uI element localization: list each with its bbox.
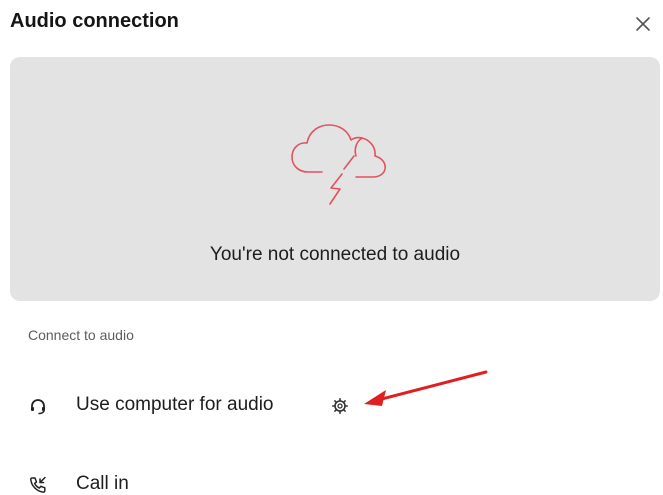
call-in-label: Call in bbox=[76, 473, 129, 494]
headset-icon bbox=[31, 399, 45, 415]
gear-icon bbox=[332, 398, 348, 414]
not-connected-message: You're not connected to audio bbox=[209, 244, 461, 265]
call-in-option[interactable]: Call in bbox=[28, 469, 228, 495]
phone-call-in-icon bbox=[30, 476, 46, 493]
audio-connection-dialog: Audio connection You're not connected to… bbox=[0, 0, 663, 495]
audio-status-panel: You're not connected to audio bbox=[10, 57, 660, 301]
close-button[interactable] bbox=[633, 14, 653, 34]
close-icon bbox=[636, 17, 650, 31]
dialog-header: Audio connection bbox=[10, 8, 653, 42]
red-arrow bbox=[364, 370, 488, 406]
dialog-title: Audio connection bbox=[10, 10, 179, 32]
cloud-lightning-icon bbox=[291, 124, 386, 205]
audio-settings-button[interactable] bbox=[332, 398, 348, 414]
use-computer-audio-option[interactable]: Use computer for audio bbox=[28, 390, 368, 422]
connect-section-label: Connect to audio bbox=[28, 327, 134, 343]
use-computer-audio-label: Use computer for audio bbox=[76, 394, 274, 415]
